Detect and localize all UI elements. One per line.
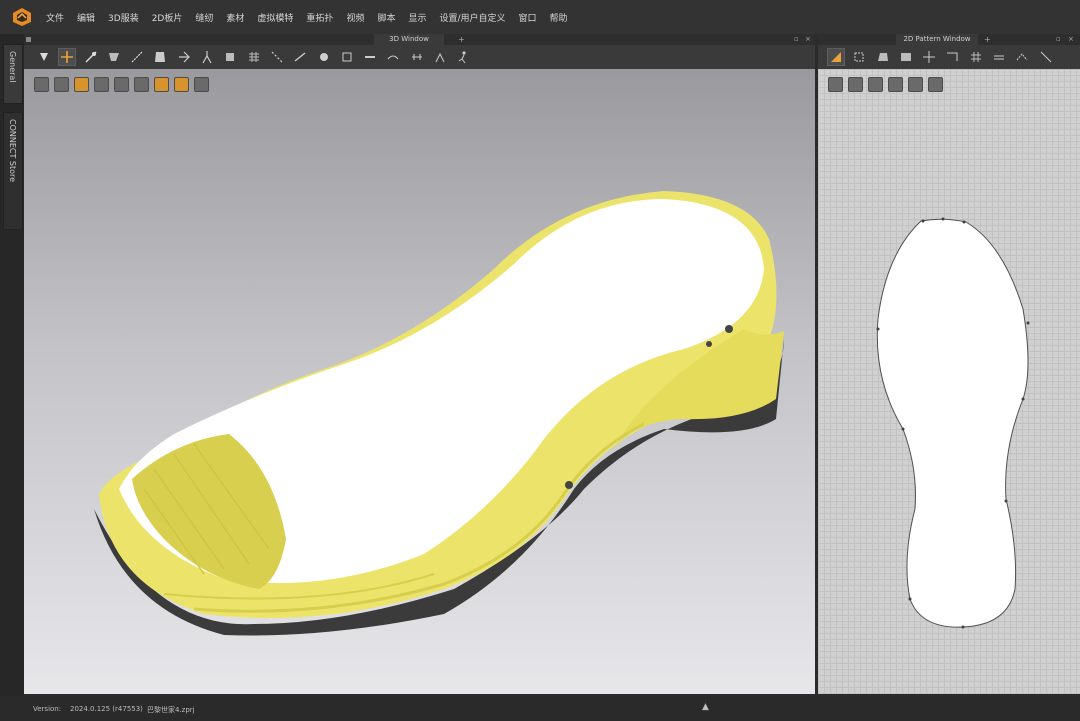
rectangle-tool-icon[interactable] [898,49,914,65]
internal-tool-icon[interactable] [921,49,937,65]
pose-tool-icon[interactable] [455,49,471,65]
window-3d-pin-icon[interactable] [26,37,31,42]
menu-display[interactable]: 显示 [408,11,426,24]
menu-3d-garment[interactable]: 3D服装 [108,11,139,24]
edge-tool-icon[interactable] [292,49,308,65]
pin-tool-icon[interactable] [83,49,99,65]
tab-general-label: General [8,51,17,83]
measure-tool-icon[interactable] [129,49,145,65]
tab-connect-store[interactable]: CONNECT Store [3,112,23,230]
expand-arrow-icon[interactable]: ▲ [702,702,709,712]
menu-script[interactable]: 脚本 [377,11,395,24]
toolbar-2d [818,45,1080,69]
toolbar-3d [24,45,815,69]
tab-connect-store-label: CONNECT Store [8,119,17,183]
seam-tool-icon[interactable] [944,49,960,65]
status-bar: Version: 2024.0.125 (r47553) 巴黎世家4.zprj … [0,696,1080,721]
menu-settings[interactable]: 设置/用户自定义 [439,11,505,24]
menu-avatar[interactable]: 虚拟模特 [257,11,293,24]
viewport-3d[interactable] [24,69,815,694]
segment-tool-icon[interactable] [1038,49,1054,65]
hang-tool-icon[interactable] [199,49,215,65]
text-tool-icon[interactable] [339,49,355,65]
window-3d-close-icon[interactable]: × [805,34,811,45]
sew-2d-tool-icon[interactable] [1014,49,1030,65]
puckering-tool-icon[interactable] [385,49,401,65]
side-tab-bar: General CONNECT Store [0,34,24,696]
window-2d-undock-icon[interactable]: ▫ [1056,34,1061,45]
fold-tool-icon[interactable] [106,49,122,65]
window-3d-add-tab[interactable]: + [458,34,465,45]
shoe-sole-model[interactable] [24,69,815,694]
select-mesh-tool-icon[interactable] [36,49,52,65]
menu-edit[interactable]: 编辑 [77,11,95,24]
menu-file[interactable]: 文件 [46,11,64,24]
window-3d-titlebar: 3D Window + ▫ × [24,34,815,45]
fold-2d-tool-icon[interactable] [991,49,1007,65]
tape-tool-icon[interactable] [409,49,425,65]
viewport-2d[interactable] [818,69,1080,694]
window-3d-tab[interactable]: 3D Window [374,34,444,45]
trim-tool-icon[interactable] [362,49,378,65]
button-tool-icon[interactable] [316,49,332,65]
window-3d-undock-icon[interactable]: ▫ [794,34,799,45]
menu-help[interactable]: 帮助 [550,11,568,24]
window-2d-titlebar: 2D Pattern Window + ▫ × [818,34,1080,45]
edit-point-tool-icon[interactable] [851,49,867,65]
menu-materials[interactable]: 素材 [226,11,244,24]
menu-sewing[interactable]: 缝纫 [195,11,213,24]
grid-tool-icon[interactable] [246,49,262,65]
menu-window[interactable]: 窗口 [519,11,537,24]
zipper-tool-icon[interactable] [222,49,238,65]
transform-tool-icon[interactable] [58,48,77,66]
transform-pattern-tool-icon[interactable] [827,48,845,66]
app-logo-icon[interactable] [12,7,32,27]
menu-2d-pattern[interactable]: 2D板片 [152,11,183,24]
grid-2d-tool-icon[interactable] [968,49,984,65]
menu-video[interactable]: 视频 [346,11,364,24]
version-value: 2024.0.125 (r47553) [70,705,143,713]
menu-retopology[interactable]: 重拓扑 [306,11,333,24]
insole-pattern-piece[interactable] [818,69,1080,694]
arrange-tool-icon[interactable] [176,49,192,65]
window-2d-close-icon[interactable]: × [1068,34,1074,45]
file-name: 巴黎世家4.zprj [147,706,195,714]
window-2d-tab[interactable]: 2D Pattern Window [896,34,978,45]
version-label: Version: [33,705,62,713]
avatar-measure-tool-icon[interactable] [432,49,448,65]
garment-tool-icon[interactable] [152,49,168,65]
polygon-tool-icon[interactable] [875,49,891,65]
window-2d-add-tab[interactable]: + [984,34,991,45]
menu-bar: 文件 编辑 3D服装 2D板片 缝纫 素材 虚拟模特 重拓扑 视频 脚本 显示 … [0,0,1080,34]
tab-general[interactable]: General [3,44,23,104]
stitch-tool-icon[interactable] [269,49,285,65]
